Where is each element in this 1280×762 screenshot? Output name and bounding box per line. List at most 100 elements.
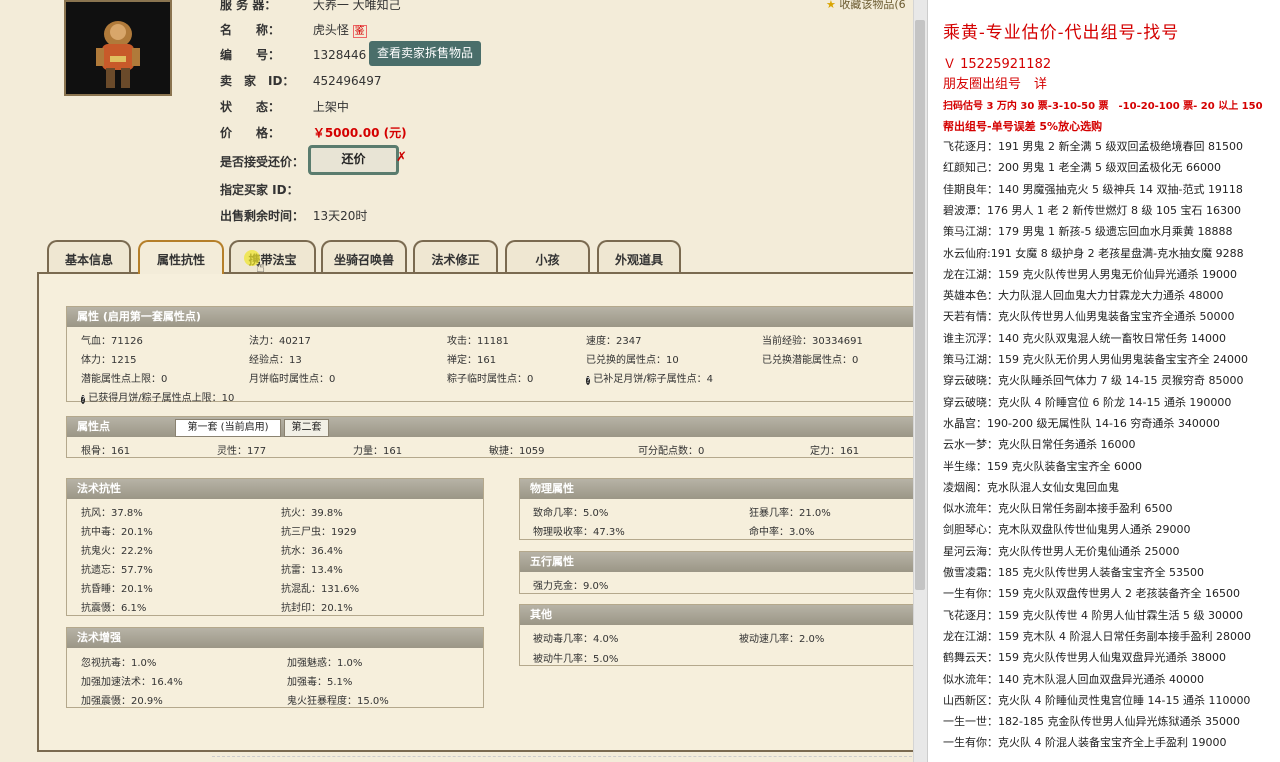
- tab-point-set-1[interactable]: 第一套 (当前启用): [175, 419, 281, 437]
- star-icon: ★: [826, 0, 836, 11]
- physical-rage: 狂暴几率：21.0%: [749, 508, 831, 519]
- physical-title: 物理属性: [520, 479, 913, 499]
- ad-list-item: 一生一世：182-185 克金队传世男人仙异光炼狱通杀 35000: [943, 715, 1240, 729]
- enhance-ignore-poison: 忽视抗毒：1.0%: [81, 658, 157, 669]
- stat-hp: 气血：71126: [81, 336, 143, 347]
- resist-poison: 抗中毒：20.1%: [81, 527, 153, 538]
- divider: [212, 756, 912, 757]
- enhance-speed-spell: 加强加速法术：16.4%: [81, 677, 183, 688]
- tab-appearance[interactable]: 外观道具: [597, 240, 681, 274]
- ad-list-item: 碧波潭：176 男人 1 老 2 新传世燃灯 8 级 105 宝石 16300: [943, 203, 1241, 217]
- stat-potential-cap: 潜能属性点上限：0: [81, 374, 168, 385]
- attribute-points-box: 属性点 第一套 (当前启用) 第二套 根骨：161 灵性：177 力量：161 …: [66, 416, 913, 458]
- stat-exp-points: 经验点：13: [249, 355, 302, 366]
- stat-filled-points: ? 已补足月饼/粽子属性点：4: [586, 374, 713, 385]
- physical-absorb: 物理吸收率：47.3%: [533, 527, 625, 538]
- ad-pricing: 扫码估号 3 万内 30 票-3-10-50 票 -10-20-100 票- 2…: [943, 101, 1263, 112]
- resist-sleep: 抗昏睡：20.1%: [81, 584, 153, 595]
- ad-list-item: 云水一梦：克火队日常任务通杀 16000: [943, 438, 1136, 452]
- point-constitution: 根骨：161: [81, 446, 131, 457]
- ad-list-item: 策马江湖：179 男鬼 1 新孩-5 级遗忘回血水月乘黄 18888: [943, 225, 1233, 239]
- physical-hit: 命中率：3.0%: [749, 527, 815, 538]
- seller-row: 卖 家 ID： 452496497: [220, 74, 382, 88]
- ad-list-item: 龙在江湖：159 克火队传世男人男鬼无价仙异光通杀 19000: [943, 267, 1237, 281]
- ad-list-item: 鹤舞云天：159 克火队传世男人仙鬼双盘异光通杀 38000: [943, 651, 1226, 665]
- resist-thunder: 抗雷：13.4%: [281, 565, 343, 576]
- tab-mount-summon[interactable]: 坐骑召唤兽: [321, 240, 407, 274]
- favorite-link[interactable]: ★ 收藏该物品(6: [826, 0, 906, 12]
- help-icon[interactable]: ?: [586, 376, 591, 385]
- tab-point-set-2[interactable]: 第二套: [284, 419, 329, 437]
- tab-spell-modifier[interactable]: 法术修正: [413, 240, 498, 274]
- ad-contact-2: 朋友圈出组号 详: [943, 77, 1048, 92]
- ad-contact: Ｖ 15225921182: [943, 57, 1052, 72]
- resist-water: 抗水：36.4%: [281, 546, 343, 557]
- price-row: 价 格： ￥5000.00 (元): [220, 126, 407, 140]
- scrollbar-thumb[interactable]: [915, 20, 925, 590]
- ad-title: 乘黄-专业估价-代出组号-找号: [943, 23, 1180, 43]
- character-portrait: [64, 0, 172, 96]
- listing-page: ★ 收藏该物品(6 服 务 器： 大养一 大唯知己 名 称： 虎头怪 鉴 编 号…: [0, 0, 913, 762]
- ad-list-item: 山西新区：克火队 4 阶睡仙灵性鬼宫位睡 14-15 通杀 110000: [943, 693, 1251, 707]
- spell-resist-title: 法术抗性: [67, 479, 483, 499]
- id-row: 编 号： 1328446: [220, 48, 367, 62]
- tab-attributes[interactable]: 属性抗性: [138, 240, 224, 274]
- name-row: 名 称： 虎头怪 鉴: [220, 23, 367, 38]
- ad-list-item: 剑胆琴心：克木队双盘队传世仙鬼男人通杀 29000: [943, 523, 1191, 537]
- view-seller-items-button[interactable]: 查看卖家拆售物品: [369, 41, 481, 66]
- ad-list-item: 龙在江湖：159 克木队 4 阶混人日常任务副本接手盈利 28000: [943, 629, 1251, 643]
- ad-list-item: 星河云海：克火队传世男人无价鬼仙通杀 25000: [943, 544, 1180, 558]
- ad-list-item: 红颜知己：200 男鬼 1 老全满 5 级双回孟极化无 66000: [943, 161, 1221, 175]
- stat-zen: 禅定：161: [447, 355, 497, 366]
- status-row: 状 态： 上架中: [220, 100, 349, 114]
- ad-list-item: 水云仙府:191 女魔 8 级护身 2 老孩星盘满-克水抽女魔 9288: [943, 246, 1244, 260]
- stat-zongzi-temp: 粽子临时属性点：0: [447, 374, 534, 385]
- enhance-stun: 加强震慑：20.9%: [81, 696, 163, 707]
- resist-stun: 抗震慑：6.1%: [81, 603, 147, 614]
- stat-mooncake-temp: 月饼临时属性点：0: [249, 374, 336, 385]
- ad-list-item: 水晶宫：190-200 级无属性队 14-16 穷奇通杀 340000: [943, 416, 1220, 430]
- stat-exp: 当前经验：30334691: [762, 336, 863, 347]
- other-passive-poison: 被动毒几率：4.0%: [533, 634, 619, 645]
- server-row: 服 务 器： 大养一 大唯知己: [220, 0, 401, 12]
- point-willpower: 定力：161: [810, 446, 860, 457]
- enhance-charm: 加强魅惑：1.0%: [287, 658, 363, 669]
- stat-speed: 速度：2347: [586, 336, 642, 347]
- other-box: 其他 被动毒几率：4.0% 被动牛几率：5.0% 被动速几率：2.0%: [519, 604, 913, 666]
- appraised-badge: 鉴: [352, 25, 367, 38]
- close-icon: ✗: [396, 150, 407, 165]
- ad-list-item: 半生缘：159 克火队装备宝宝齐全 6000: [943, 459, 1142, 473]
- stat-exchanged-potential: 已兑换潜能属性点：0: [762, 355, 859, 366]
- overlay-ad-panel: 乘黄-专业估价-代出组号-找号 Ｖ 15225921182 朋友圈出组号 详 扫…: [927, 0, 1280, 762]
- spell-enhance-box: 法术增强 忽视抗毒：1.0% 加强加速法术：16.4% 加强震慑：20.9% 加…: [66, 627, 484, 708]
- ad-list-item: 佳期良年：140 男魔强抽克火 5 级神兵 14 双抽-范式 19118: [943, 182, 1243, 196]
- point-spirit: 灵性：177: [217, 446, 267, 457]
- resist-ghostfire: 抗鬼火：22.2%: [81, 546, 153, 557]
- tab-basic-info[interactable]: 基本信息: [47, 240, 131, 274]
- counter-offer-button[interactable]: 还价: [308, 145, 399, 175]
- tab-magic-treasure[interactable]: 携带法宝: [229, 240, 316, 274]
- five-elements-title: 五行属性: [520, 552, 913, 572]
- spell-enhance-title: 法术增强: [67, 628, 483, 648]
- ad-list-item: 天若有情：克火队传世男人仙男鬼装备宝宝齐全通杀 50000: [943, 310, 1235, 324]
- buyer-row: 指定买家 ID：: [220, 183, 299, 197]
- ad-list-item: 一生有你：克火队 4 阶混人装备宝宝齐全上手盈利 19000: [943, 736, 1227, 750]
- ad-list-item: 似水流年：140 克木队混人回血双盘异光通杀 40000: [943, 672, 1204, 686]
- tab-child[interactable]: 小孩: [505, 240, 590, 274]
- stat-stamina: 体力：1215: [81, 355, 137, 366]
- stat-exchanged-points: 已兑换的属性点：10: [586, 355, 679, 366]
- ad-list-item: 谁主沉浮：140 克火队双鬼混人统一畜牧日常任务 14000: [943, 331, 1226, 345]
- other-title: 其他: [520, 605, 913, 625]
- ad-list-item: 飞花逐月：191 男鬼 2 新全满 5 级双回孟极绝境春回 81500: [943, 140, 1243, 153]
- resist-corpse: 抗三尸虫：1929: [281, 527, 357, 538]
- point-free: 可分配点数：0: [638, 446, 705, 457]
- ad-list-item: 飞花逐月：159 克火队传世 4 阶男人仙甘霖生活 5 级 30000: [943, 608, 1243, 622]
- resist-seal: 抗封印：20.1%: [281, 603, 353, 614]
- counter-offer-row: 是否接受还价：: [220, 155, 305, 169]
- help-icon[interactable]: ?: [81, 395, 86, 404]
- ad-list-item: 穿云破晓：克火队睡杀回气体力 7 级 14-15 灵猴穷奇 85000: [943, 374, 1244, 388]
- ad-list-item: 英雄本色：大力队混人回血鬼大力甘霖龙大力通杀 48000: [943, 289, 1224, 303]
- stat-obtained-cap: ? 已获得月饼/粽子属性点上限：10: [81, 393, 235, 404]
- ad-list-item: 穿云破晓：克火队 4 阶睡宫位 6 阶龙 14-15 通杀 190000: [943, 395, 1232, 409]
- hand-cursor-icon: ☝: [256, 258, 266, 276]
